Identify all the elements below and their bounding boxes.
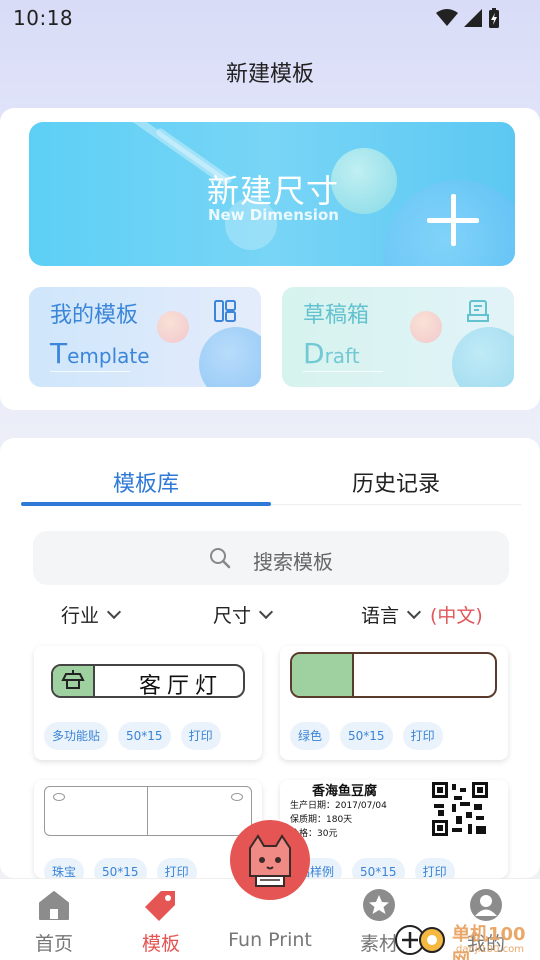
divider — [303, 371, 383, 372]
drafts-subtitle: Draft — [303, 337, 360, 370]
template-card[interactable]: 珠宝 50*15 打印 — [34, 780, 262, 878]
template-preview-text: 客厅灯 — [139, 674, 224, 699]
decor-bubble — [157, 311, 189, 343]
my-templates-subtitle-initial: T — [50, 337, 68, 370]
status-time: 10:18 — [13, 6, 74, 30]
plus-icon — [427, 194, 479, 246]
filter-size-label: 尺寸 — [213, 605, 252, 627]
label-green-block — [292, 654, 354, 696]
tag: 打印 — [156, 858, 197, 878]
decor-bubble — [199, 327, 261, 387]
qr-code-icon — [432, 782, 488, 836]
chevron-down-icon — [258, 604, 274, 619]
new-dimension-card[interactable]: 新建尺寸 New Dimension — [29, 122, 515, 266]
template-preview — [44, 786, 252, 836]
tag-list: 绿色 50*15 打印 — [290, 722, 443, 750]
draft-box-icon — [467, 300, 489, 322]
status-bar: 10:18 — [0, 0, 540, 36]
tag: 多功能贴 — [44, 722, 109, 750]
tag: 50*15 — [340, 722, 393, 750]
tab-history[interactable]: 历史记录 — [271, 466, 521, 498]
label-green-block — [53, 666, 95, 696]
layout-icon — [214, 300, 236, 322]
nav-templates-label: 模板 — [141, 933, 180, 955]
tag-list: 品样例 50*15 打印 — [290, 858, 455, 878]
page-title: 新建模板 — [225, 62, 314, 87]
nav-templates[interactable]: 模板 — [107, 879, 215, 960]
tag: 打印 — [402, 722, 443, 750]
drafts-title: 草稿箱 — [303, 303, 370, 328]
template-card[interactable]: 香海鱼豆腐 生产日期：2017/07/04 保质期：180天 价格：30元 品样… — [280, 780, 508, 878]
tag: 打印 — [180, 722, 221, 750]
home-icon — [39, 891, 69, 920]
tab-active-indicator — [21, 502, 271, 506]
tag: 50*15 — [352, 858, 405, 878]
search-placeholder: 搜索模板 — [253, 550, 333, 574]
decor-bubble — [331, 148, 397, 214]
search-input[interactable]: 搜索模板 — [33, 531, 509, 585]
filter-industry-label: 行业 — [61, 605, 100, 627]
template-preview — [290, 652, 497, 698]
filter-industry[interactable]: 行业 — [61, 601, 122, 628]
signal-icon — [464, 9, 482, 27]
my-templates-subtitle-rest: emplate — [67, 344, 150, 368]
my-templates-subtitle: Template — [50, 337, 150, 370]
status-icons — [436, 8, 500, 28]
chevron-down-icon — [106, 604, 122, 619]
tag: 50*15 — [118, 722, 171, 750]
template-preview-line: 生产日期：2017/07/04 — [290, 801, 387, 811]
nav-home-label: 首页 — [34, 933, 73, 955]
label-divider — [147, 787, 148, 835]
battery-icon — [489, 8, 499, 28]
lamp-icon — [61, 670, 85, 689]
label-hole — [231, 793, 243, 801]
template-preview-title: 香海鱼豆腐 — [312, 784, 378, 799]
template-preview: 香海鱼豆腐 生产日期：2017/07/04 保质期：180天 价格：30元 — [290, 780, 498, 839]
template-preview: 客厅灯 — [51, 664, 245, 699]
my-templates-title: 我的模板 — [50, 303, 139, 328]
tag: 50*15 — [94, 858, 147, 878]
filter-language-label: 语言 — [361, 605, 400, 627]
filter-language[interactable]: 语言 — [361, 601, 422, 628]
template-card[interactable]: 绿色 50*15 打印 — [280, 646, 508, 760]
fun-print-fab[interactable] — [230, 820, 310, 900]
tag: 绿色 — [290, 722, 331, 750]
watermark: 单机100网 danji100.com — [392, 918, 540, 960]
nav-home[interactable]: 首页 — [0, 879, 108, 960]
drafts-subtitle-rest: raft — [324, 344, 360, 368]
drafts-subtitle-initial: D — [303, 337, 325, 370]
tag-list: 多功能贴 50*15 打印 — [44, 722, 221, 750]
chevron-down-icon — [406, 604, 422, 619]
tag: 珠宝 — [44, 858, 85, 878]
nav-fun-print-label: Fun Print — [228, 929, 312, 951]
template-card[interactable]: 客厅灯 多功能贴 50*15 打印 — [34, 646, 262, 760]
search-icon — [210, 548, 231, 569]
divider — [271, 504, 521, 505]
my-templates-card[interactable]: 我的模板 Template — [29, 287, 261, 387]
label-hole — [53, 793, 65, 801]
wifi-icon — [436, 9, 458, 26]
watermark-url: danji100.com — [456, 944, 524, 955]
cat-icon — [249, 834, 291, 887]
decor-bubble — [410, 311, 442, 343]
filter-language-value: (中文) — [430, 605, 483, 627]
decor-bubble — [452, 327, 514, 387]
tag-list: 珠宝 50*15 打印 — [44, 858, 197, 878]
divider — [50, 371, 130, 372]
drafts-card[interactable]: 草稿箱 Draft — [282, 287, 514, 387]
filter-size[interactable]: 尺寸 — [213, 601, 274, 628]
tag: 打印 — [414, 858, 455, 878]
new-dimension-subtitle: New Dimension — [208, 206, 339, 224]
watermark-logo-icon — [395, 925, 445, 955]
tag-icon — [145, 891, 175, 921]
tab-template-library[interactable]: 模板库 — [21, 466, 271, 498]
